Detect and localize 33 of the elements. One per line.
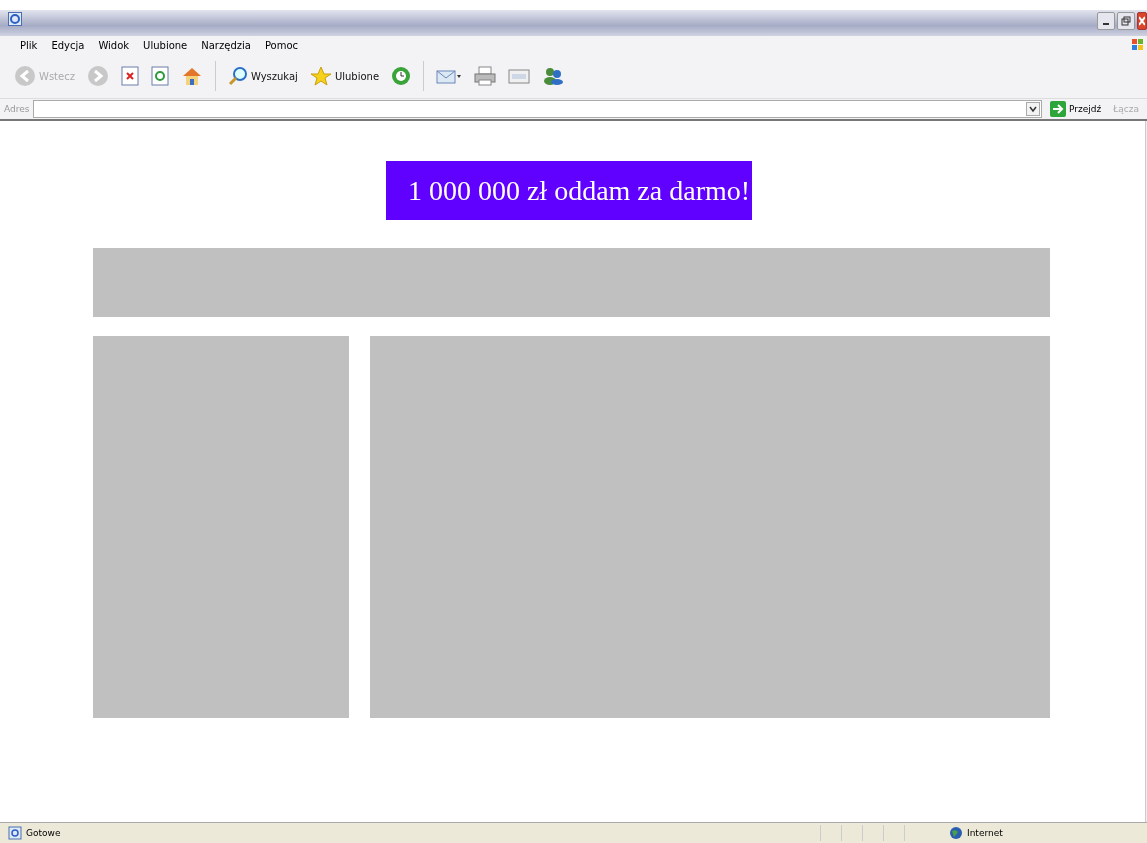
star-icon xyxy=(309,66,332,86)
close-icon xyxy=(1139,16,1145,26)
close-button[interactable] xyxy=(1137,12,1147,30)
minimize-button[interactable] xyxy=(1097,12,1115,30)
printer-icon[interactable] xyxy=(474,66,497,86)
stop-icon[interactable] xyxy=(120,66,139,86)
browser-icon xyxy=(8,12,22,26)
address-label: Adres xyxy=(4,104,30,114)
globe-icon xyxy=(949,826,963,840)
menu-item[interactable]: Plik xyxy=(20,39,38,51)
restore-icon xyxy=(1121,16,1131,26)
messenger-icon[interactable] xyxy=(542,66,565,86)
refresh-icon[interactable] xyxy=(150,66,169,86)
menu-item[interactable]: Narzędzia xyxy=(201,39,251,51)
security-zone: Internet xyxy=(967,828,1004,838)
search-button[interactable]: Wyszukaj xyxy=(227,66,298,86)
minimize-icon xyxy=(1103,23,1109,25)
menu-item[interactable]: Pomoc xyxy=(264,39,299,51)
page-icon xyxy=(8,826,22,840)
search-icon xyxy=(227,66,248,86)
history-icon[interactable] xyxy=(391,66,412,86)
go-button[interactable]: Przejdź xyxy=(1046,101,1106,117)
favorites-button[interactable]: Ulubione xyxy=(309,66,380,86)
windows-logo-icon xyxy=(1131,38,1145,52)
menu-item[interactable]: Edycja xyxy=(51,39,85,51)
dropdown-icon[interactable] xyxy=(1026,102,1041,116)
address-field[interactable] xyxy=(33,100,1043,118)
menu-item[interactable]: Widok xyxy=(98,39,130,51)
scrollbar[interactable] xyxy=(1145,121,1147,822)
restore-button[interactable] xyxy=(1117,12,1135,30)
menu-item[interactable]: Ulubione xyxy=(143,39,188,51)
status-text: Gotowe xyxy=(26,828,61,838)
page-heading: 1 000 000 zł oddam za darmo! xyxy=(385,161,753,220)
